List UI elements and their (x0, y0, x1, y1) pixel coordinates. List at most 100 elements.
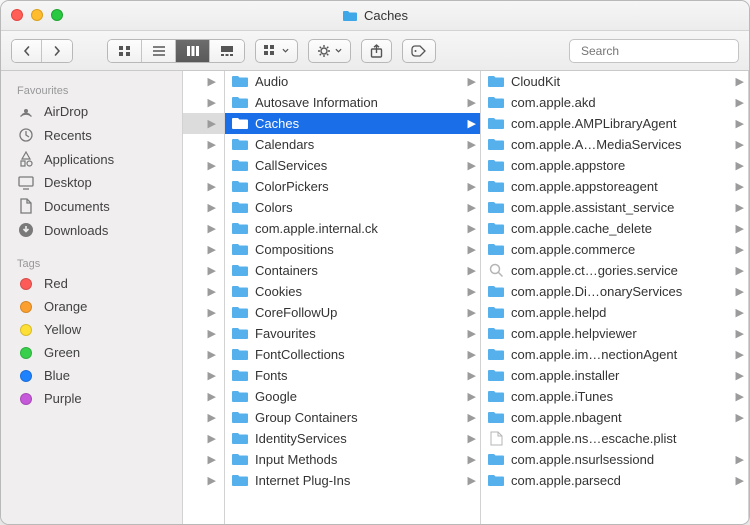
list-item[interactable]: ▶ (183, 470, 224, 491)
list-item[interactable]: ▶ (183, 113, 224, 134)
search-field[interactable] (569, 39, 739, 63)
column-0[interactable]: ▶▶▶▶▶▶▶▶▶▶▶▶▶▶▶▶▶▶▶▶ (183, 71, 225, 524)
list-item[interactable]: com.apple.ct…gories.service ▶ (481, 260, 748, 281)
list-item[interactable]: ▶ (183, 239, 224, 260)
list-item[interactable]: CloudKit▶ (481, 71, 748, 92)
sidebar-item-airdrop[interactable]: AirDrop (1, 99, 182, 123)
close-icon[interactable] (11, 9, 23, 21)
view-list-button[interactable] (142, 40, 176, 62)
list-item[interactable]: ▶ (183, 260, 224, 281)
list-item[interactable]: Fonts▶ (225, 365, 480, 386)
list-item[interactable]: ColorPickers▶ (225, 176, 480, 197)
list-item[interactable]: com.apple.akd▶ (481, 92, 748, 113)
sidebar-tag-orange[interactable]: Orange (1, 295, 182, 318)
folder-icon (487, 369, 505, 382)
sidebar-tag-yellow[interactable]: Yellow (1, 318, 182, 341)
list-item[interactable]: Group Containers▶ (225, 407, 480, 428)
folder-icon (231, 222, 249, 235)
chevron-right-icon: ▶ (734, 348, 744, 361)
list-item[interactable]: com.apple.nbagent▶ (481, 407, 748, 428)
column-1[interactable]: Audio▶Autosave Information▶Caches▶Calend… (225, 71, 481, 524)
sidebar-item-downloads[interactable]: Downloads (1, 218, 182, 242)
list-item[interactable]: ▶ (183, 302, 224, 323)
chevron-right-icon: ▶ (206, 285, 216, 298)
list-item[interactable]: com.apple.commerce▶ (481, 239, 748, 260)
list-item[interactable]: Compositions▶ (225, 239, 480, 260)
list-item[interactable]: ▶ (183, 92, 224, 113)
list-item[interactable]: Google▶ (225, 386, 480, 407)
list-item[interactable]: com.apple.installer▶ (481, 365, 748, 386)
list-item[interactable]: com.apple.appstore▶ (481, 155, 748, 176)
list-item[interactable]: com.apple.cache_delete▶ (481, 218, 748, 239)
list-item[interactable]: com.apple.ns…escache.plist (481, 428, 748, 449)
tags-button[interactable] (402, 39, 436, 63)
list-item[interactable]: com.apple.appstoreagent▶ (481, 176, 748, 197)
view-gallery-button[interactable] (210, 40, 244, 62)
list-item[interactable]: com.apple.internal.ck▶ (225, 218, 480, 239)
list-item[interactable]: IdentityServices▶ (225, 428, 480, 449)
list-item[interactable]: Caches▶ (225, 113, 480, 134)
item-label: com.apple.iTunes (511, 389, 728, 404)
list-item[interactable]: ▶ (183, 281, 224, 302)
list-item[interactable]: ▶ (183, 365, 224, 386)
list-item[interactable]: com.apple.im…nectionAgent▶ (481, 344, 748, 365)
chevron-right-icon: ▶ (206, 327, 216, 340)
maximize-icon[interactable] (51, 9, 63, 21)
chevron-right-icon: ▶ (734, 264, 744, 277)
list-item[interactable]: ▶ (183, 323, 224, 344)
forward-button[interactable] (42, 40, 72, 62)
view-column-button[interactable] (176, 40, 210, 62)
list-item[interactable]: ▶ (183, 386, 224, 407)
list-item[interactable]: Cookies▶ (225, 281, 480, 302)
group-button[interactable] (255, 39, 298, 63)
list-item[interactable]: com.apple.iTunes▶ (481, 386, 748, 407)
back-button[interactable] (12, 40, 42, 62)
view-icon-button[interactable] (108, 40, 142, 62)
list-item[interactable]: com.apple.A…MediaServices▶ (481, 134, 748, 155)
sidebar-item-applications[interactable]: Applications (1, 147, 182, 171)
share-button[interactable] (361, 39, 392, 63)
chevron-right-icon: ▶ (734, 474, 744, 487)
list-item[interactable]: Containers▶ (225, 260, 480, 281)
list-item[interactable]: ▶ (183, 407, 224, 428)
search-input[interactable] (581, 44, 736, 58)
list-item[interactable]: com.apple.parsecd▶ (481, 470, 748, 491)
item-label: com.apple.ct…gories.service (511, 263, 728, 278)
list-item[interactable]: ▶ (183, 344, 224, 365)
list-item[interactable]: CallServices▶ (225, 155, 480, 176)
sidebar-item-recents[interactable]: Recents (1, 123, 182, 147)
list-item[interactable]: CoreFollowUp▶ (225, 302, 480, 323)
list-item[interactable]: Autosave Information▶ (225, 92, 480, 113)
sidebar-item-desktop[interactable]: Desktop (1, 171, 182, 194)
minimize-icon[interactable] (31, 9, 43, 21)
sidebar-tag-blue[interactable]: Blue (1, 364, 182, 387)
list-item[interactable]: ▶ (183, 197, 224, 218)
list-item[interactable]: Favourites▶ (225, 323, 480, 344)
list-item[interactable]: com.apple.Di…onaryServices▶ (481, 281, 748, 302)
list-item[interactable]: ▶ (183, 176, 224, 197)
column-2[interactable]: CloudKit▶com.apple.akd▶com.apple.AMPLibr… (481, 71, 749, 524)
list-item[interactable]: Calendars▶ (225, 134, 480, 155)
list-item[interactable]: ▶ (183, 155, 224, 176)
list-item[interactable]: ▶ (183, 449, 224, 470)
list-item[interactable]: com.apple.helpviewer▶ (481, 323, 748, 344)
list-item[interactable]: Audio▶ (225, 71, 480, 92)
list-item[interactable]: Internet Plug-Ins▶ (225, 470, 480, 491)
list-item[interactable]: com.apple.nsurlsessiond▶ (481, 449, 748, 470)
list-item[interactable]: ▶ (183, 428, 224, 449)
list-item[interactable]: com.apple.assistant_service▶ (481, 197, 748, 218)
sidebar-tag-red[interactable]: Red (1, 272, 182, 295)
list-item[interactable]: Input Methods▶ (225, 449, 480, 470)
sidebar-tag-green[interactable]: Green (1, 341, 182, 364)
list-item[interactable]: FontCollections▶ (225, 344, 480, 365)
sidebar-item-documents[interactable]: Documents (1, 194, 182, 218)
chevron-right-icon: ▶ (734, 411, 744, 424)
list-item[interactable]: Colors▶ (225, 197, 480, 218)
sidebar-tag-purple[interactable]: Purple (1, 387, 182, 410)
list-item[interactable]: com.apple.helpd▶ (481, 302, 748, 323)
list-item[interactable]: com.apple.AMPLibraryAgent▶ (481, 113, 748, 134)
list-item[interactable]: ▶ (183, 71, 224, 92)
list-item[interactable]: ▶ (183, 218, 224, 239)
list-item[interactable]: ▶ (183, 134, 224, 155)
action-button[interactable] (308, 39, 351, 63)
